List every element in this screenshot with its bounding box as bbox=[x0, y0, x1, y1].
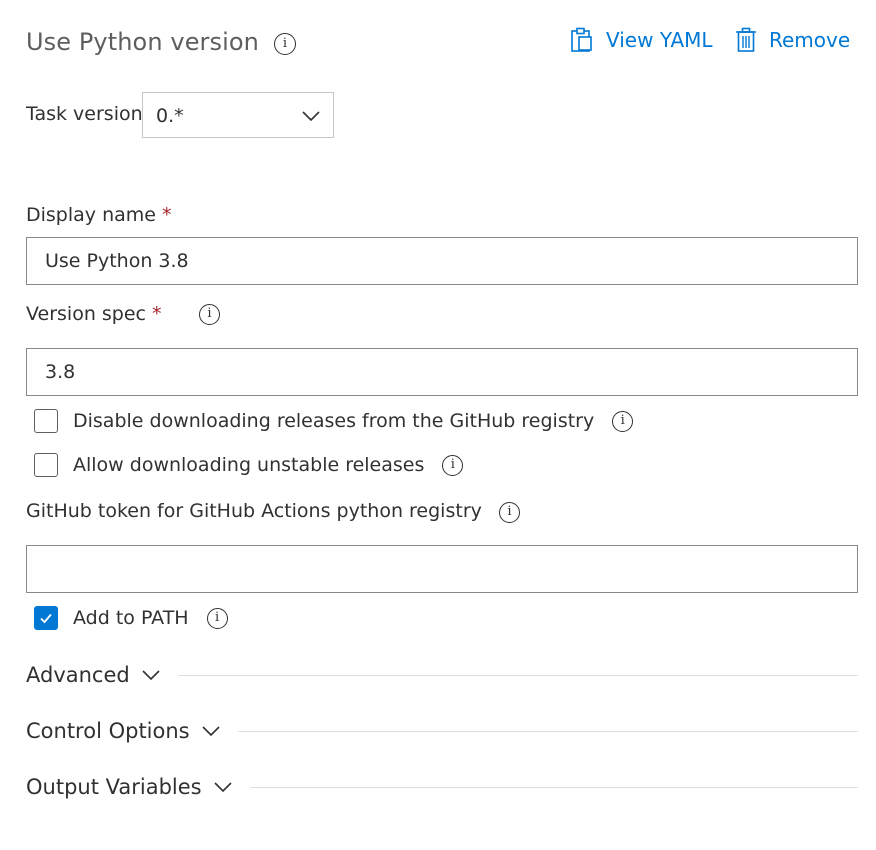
version-spec-label-text: Version spec bbox=[26, 303, 147, 325]
add-to-path-checkbox[interactable] bbox=[34, 606, 58, 630]
chevron-down-icon bbox=[302, 111, 320, 122]
required-indicator: * bbox=[152, 303, 162, 325]
github-token-label: GitHub token for GitHub Actions python r… bbox=[26, 500, 482, 522]
add-to-path-label: Add to PATH bbox=[73, 607, 189, 629]
task-version-value: 0.* bbox=[156, 105, 184, 127]
allow-unstable-label: Allow downloading unstable releases bbox=[73, 454, 425, 476]
remove-label: Remove bbox=[769, 28, 851, 52]
chevron-down-icon bbox=[214, 781, 232, 793]
display-name-label: Display name * bbox=[26, 204, 171, 226]
page-title: Use Python version bbox=[26, 28, 259, 56]
disable-github-label: Disable downloading releases from the Gi… bbox=[73, 410, 595, 432]
version-spec-input[interactable] bbox=[26, 348, 858, 396]
output-variables-section-header[interactable]: Output Variables bbox=[26, 775, 858, 799]
info-icon[interactable]: i bbox=[499, 502, 520, 523]
info-icon[interactable]: i bbox=[612, 410, 634, 432]
view-yaml-label: View YAML bbox=[606, 28, 713, 52]
task-version-label: Task version bbox=[26, 103, 143, 125]
info-icon[interactable]: i bbox=[199, 304, 220, 325]
disable-github-option: Disable downloading releases from the Gi… bbox=[34, 409, 634, 433]
version-spec-label: Version spec * bbox=[26, 303, 162, 325]
chevron-down-icon bbox=[142, 669, 160, 681]
advanced-section-title: Advanced bbox=[26, 663, 130, 687]
checkmark-icon bbox=[40, 613, 52, 624]
clipboard-icon bbox=[571, 27, 592, 52]
section-divider bbox=[177, 674, 858, 676]
required-indicator: * bbox=[161, 204, 172, 226]
section-divider bbox=[237, 730, 858, 732]
allow-unstable-checkbox[interactable] bbox=[34, 453, 58, 477]
control-options-section-title: Control Options bbox=[26, 719, 190, 743]
info-icon[interactable]: i bbox=[442, 454, 464, 476]
disable-github-checkbox[interactable] bbox=[34, 409, 58, 433]
display-name-label-text: Display name bbox=[26, 204, 156, 226]
control-options-section-header[interactable]: Control Options bbox=[26, 719, 858, 743]
info-icon[interactable]: i bbox=[274, 33, 296, 55]
output-variables-section-title: Output Variables bbox=[26, 775, 202, 799]
chevron-down-icon bbox=[202, 725, 220, 737]
add-to-path-option: Add to PATH i bbox=[34, 606, 228, 630]
info-icon[interactable]: i bbox=[206, 607, 228, 629]
trash-icon bbox=[736, 27, 756, 52]
advanced-section-header[interactable]: Advanced bbox=[26, 663, 858, 687]
task-version-dropdown[interactable]: 0.* bbox=[142, 92, 334, 138]
display-name-input[interactable] bbox=[26, 237, 858, 285]
allow-unstable-option: Allow downloading unstable releases i bbox=[34, 453, 464, 477]
github-token-input[interactable] bbox=[26, 545, 858, 593]
section-divider bbox=[249, 786, 858, 788]
view-yaml-button[interactable]: View YAML bbox=[570, 26, 713, 54]
remove-button[interactable]: Remove bbox=[735, 26, 850, 54]
